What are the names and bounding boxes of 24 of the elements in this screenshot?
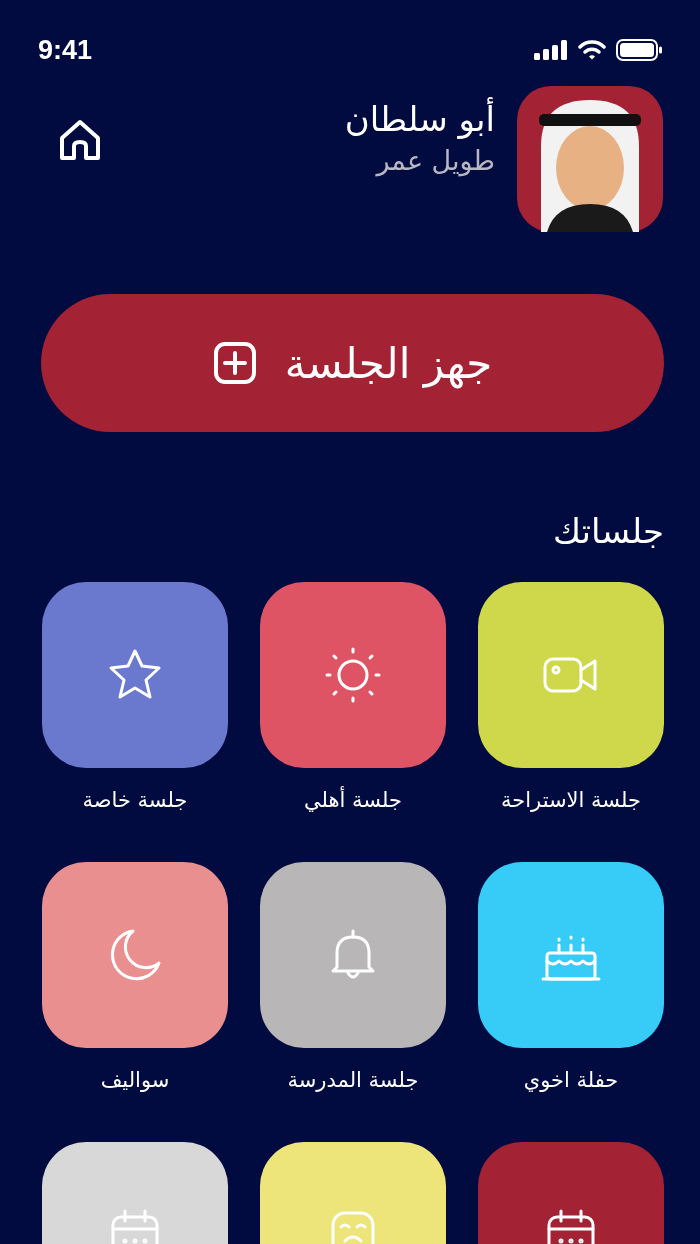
session-tile[interactable] [260, 862, 446, 1048]
session-tile[interactable] [478, 582, 664, 768]
session-tile[interactable] [478, 862, 664, 1048]
plus-icon [212, 341, 257, 385]
session-label: جلسة الاستراحة [501, 788, 641, 812]
prepare-session-button[interactable]: جهز الجلسة [41, 294, 664, 432]
home-icon [58, 118, 102, 162]
session-tile[interactable] [42, 862, 228, 1048]
session-tile[interactable] [42, 582, 228, 768]
profile-subtitle: طويل عمر [374, 144, 495, 179]
status-time: 9:41 [38, 34, 93, 66]
wifi-icon [578, 40, 606, 60]
session-label: جلسة المدرسة [287, 1068, 419, 1092]
session-label: جلسة خاصة [82, 788, 188, 812]
session-label: حفلة اخوي [523, 1068, 619, 1092]
session-label: جلسة أهلي [304, 788, 402, 812]
battery-icon [616, 39, 662, 61]
session-label: سواليف [100, 1068, 170, 1092]
section-title: جلساتك [551, 510, 665, 553]
signal-icon [534, 40, 568, 60]
avatar-icon [517, 86, 663, 232]
session-tile[interactable] [260, 582, 446, 768]
home-button[interactable] [58, 118, 102, 162]
profile-name: أبو سلطان [343, 97, 495, 141]
